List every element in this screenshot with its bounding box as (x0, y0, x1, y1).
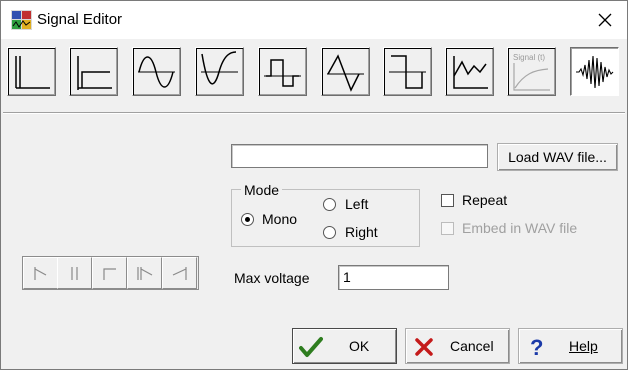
triangle-wave-icon (327, 54, 364, 92)
ok-button[interactable]: OK (292, 328, 397, 364)
cancel-x-icon (415, 338, 433, 356)
repeat-label: Repeat (462, 192, 508, 208)
ramp-start-icon (34, 267, 47, 280)
tool-square-pulse[interactable] (258, 47, 307, 96)
square-wave-icon (389, 55, 426, 89)
mode-mono-radio[interactable] (241, 213, 254, 226)
hold-icon (103, 268, 116, 280)
help-label: Help (569, 338, 598, 354)
tool-wav[interactable] (570, 47, 619, 96)
cancel-button[interactable]: Cancel (405, 328, 510, 364)
pause-icon (71, 267, 78, 280)
help-button[interactable]: ? Help (518, 328, 623, 364)
load-wav-label: Load WAV file... (508, 149, 607, 165)
wav-file-path-input[interactable] (231, 144, 488, 168)
toolbar-separator (3, 112, 625, 114)
check-icon (299, 337, 323, 357)
arbitrary-signal-icon (453, 56, 488, 89)
nav-ramp-button[interactable] (127, 257, 162, 289)
max-voltage-input[interactable]: 1 (338, 265, 449, 290)
embed-in-wav-checkbox[interactable] (441, 222, 454, 235)
sine-wave-icon (138, 56, 175, 88)
ramp-end-icon (172, 267, 187, 280)
tool-inverted-sine[interactable] (195, 47, 244, 96)
app-icon (11, 10, 32, 30)
tool-arbitrary[interactable] (445, 47, 494, 96)
mode-group-label: Mode (241, 182, 283, 198)
signal-t-label: Signal (t) (513, 53, 545, 62)
close-button[interactable] (583, 1, 627, 39)
ramp-up-icon (137, 267, 153, 280)
load-wav-button[interactable]: Load WAV file... (497, 143, 618, 171)
mode-right-radio[interactable] (323, 226, 336, 239)
nav-pause-button[interactable] (57, 257, 92, 289)
close-icon (598, 13, 612, 27)
tool-square-wave[interactable] (383, 47, 432, 96)
impulse-signal-icon (15, 56, 50, 89)
mode-left-label: Left (345, 196, 369, 212)
ok-label: OK (349, 338, 370, 354)
tool-sine[interactable] (132, 47, 181, 96)
mode-right-label: Right (345, 224, 378, 240)
square-pulse-icon (264, 59, 301, 87)
max-voltage-label: Max voltage (234, 270, 310, 286)
nav-end-button[interactable] (162, 257, 197, 289)
signal-function-icon: Signal (t) (513, 53, 550, 91)
repeat-checkbox[interactable] (441, 194, 454, 207)
mode-mono-label: Mono (262, 211, 298, 227)
mode-left-radio[interactable] (323, 198, 336, 211)
inverted-sine-icon (201, 51, 238, 85)
tool-step[interactable] (69, 47, 118, 96)
signal-editor-window: Signal Editor Signal (t) Load WAV file..… (0, 0, 628, 370)
title-bar: Signal Editor (1, 1, 627, 39)
tool-impulse[interactable] (7, 47, 56, 96)
tool-signal-t[interactable]: Signal (t) (507, 47, 556, 96)
cancel-label: Cancel (450, 338, 494, 354)
nav-first-button[interactable] (23, 257, 58, 289)
window-title: Signal Editor (37, 11, 123, 28)
svg-text:?: ? (530, 335, 543, 359)
wav-waveform-icon (576, 55, 614, 89)
step-signal-icon (77, 56, 112, 90)
nav-hold-button[interactable] (92, 257, 127, 289)
tool-triangle[interactable] (321, 47, 370, 96)
embed-in-wav-label: Embed in WAV file (462, 220, 578, 236)
help-question-icon: ? (530, 335, 543, 359)
